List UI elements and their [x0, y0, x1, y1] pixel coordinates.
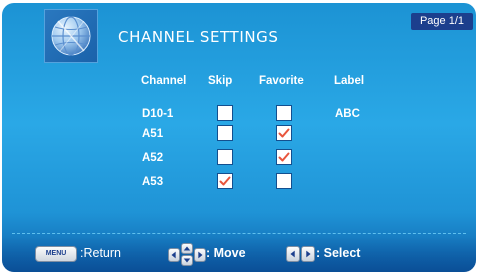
logo-tile — [44, 9, 98, 63]
column-header-skip: Skip — [208, 75, 233, 87]
left-arrow-icon — [168, 248, 180, 262]
globe-icon — [51, 16, 91, 56]
favorite-checkbox[interactable] — [276, 125, 292, 141]
skip-checkbox[interactable] — [217, 125, 233, 141]
favorite-checkbox[interactable] — [276, 105, 292, 121]
channel-name: D10-1 — [142, 108, 174, 120]
menu-key-icon[interactable]: MENU — [35, 246, 77, 262]
skip-checkbox[interactable] — [217, 149, 233, 165]
return-hint: :Return — [80, 246, 121, 260]
favorite-checkbox[interactable] — [276, 173, 292, 189]
page-title: CHANNEL SETTINGS — [118, 28, 279, 46]
checkmark-icon — [278, 152, 290, 162]
channel-name: A52 — [142, 152, 164, 164]
up-arrow-icon — [181, 243, 193, 254]
page-indicator: Page 1/1 — [411, 13, 473, 30]
table-row[interactable]: A53 — [2, 173, 476, 193]
right-arrow-icon — [194, 248, 206, 262]
right-arrow-icon — [301, 246, 315, 262]
favorite-checkbox[interactable] — [276, 149, 292, 165]
checkmark-icon — [219, 176, 231, 186]
select-hint: : Select — [316, 246, 361, 260]
skip-checkbox[interactable] — [217, 105, 233, 121]
channel-name: A53 — [142, 176, 164, 188]
down-arrow-icon — [181, 255, 193, 266]
channel-settings-screen: CHANNEL SETTINGS Page 1/1 Channel Skip F… — [2, 3, 476, 272]
column-header-channel: Channel — [141, 75, 187, 87]
table-row[interactable]: A52 — [2, 149, 476, 169]
column-header-favorite: Favorite — [259, 75, 304, 87]
checkmark-icon — [278, 128, 290, 138]
divider — [12, 233, 466, 234]
table-row[interactable]: A51 — [2, 125, 476, 145]
channel-name: A51 — [142, 128, 164, 140]
column-header-label: Label — [334, 75, 365, 87]
left-right-keys-icon — [286, 246, 316, 262]
channel-label: ABC — [335, 108, 360, 120]
left-arrow-icon — [286, 246, 300, 262]
table-row[interactable]: D10-1 ABC — [2, 105, 476, 125]
move-hint: : Move — [206, 246, 246, 260]
skip-checkbox[interactable] — [217, 173, 233, 189]
directional-keys-icon — [168, 243, 206, 266]
